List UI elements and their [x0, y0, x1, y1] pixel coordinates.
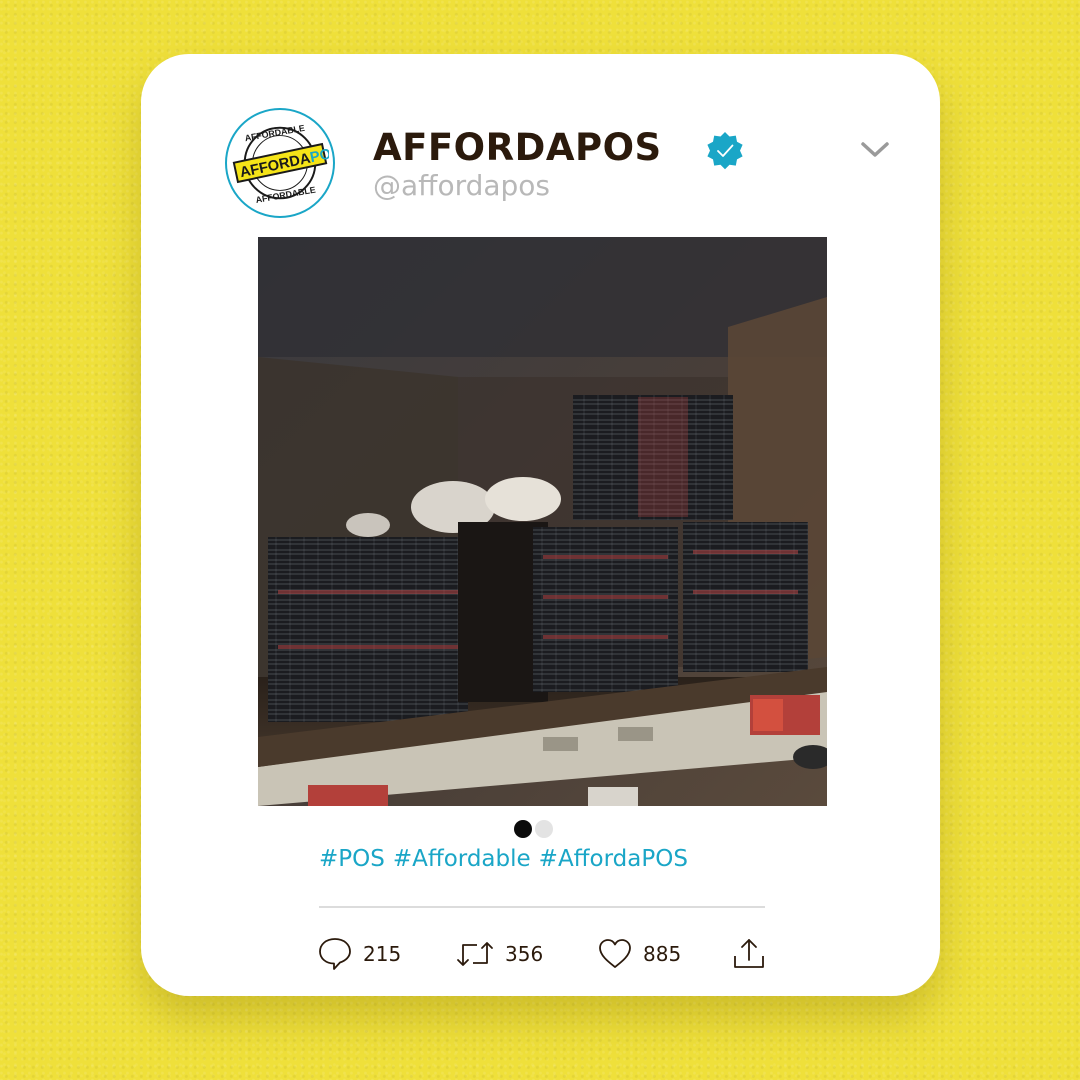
share-icon — [734, 939, 764, 968]
like-button[interactable]: 885 — [597, 934, 681, 974]
hashtag-affordable[interactable]: #Affordable — [393, 846, 531, 872]
divider — [319, 906, 765, 908]
comment-button[interactable]: 215 — [317, 934, 401, 974]
user-handle[interactable]: @affordapos — [373, 169, 550, 202]
comment-count: 215 — [363, 942, 402, 966]
comment-icon — [319, 938, 351, 970]
retweet-count: 356 — [505, 942, 544, 966]
affordapos-logo: AFFORDABLE AFFORDAPOS AFFORDABLE — [232, 123, 329, 205]
like-count: 885 — [643, 942, 682, 966]
delivery-truck-photo — [258, 237, 827, 806]
hashtags: #POS #Affordable #AffordaPOS — [319, 846, 688, 872]
carousel-indicator — [514, 820, 553, 838]
verified-badge-icon — [707, 132, 743, 170]
post-image[interactable] — [258, 237, 827, 806]
display-name[interactable]: AFFORDAPOS — [373, 126, 662, 169]
avatar[interactable]: AFFORDABLE AFFORDAPOS AFFORDABLE — [225, 108, 335, 218]
retweet-icon — [457, 942, 493, 966]
hashtag-pos[interactable]: #POS — [319, 846, 385, 872]
carousel-dot-active[interactable] — [514, 820, 532, 838]
hashtag-affordapos[interactable]: #AffordaPOS — [539, 846, 688, 872]
post-card: AFFORDABLE AFFORDAPOS AFFORDABLE AFFORDA… — [141, 54, 940, 996]
heart-icon — [599, 939, 631, 968]
carousel-dot-inactive[interactable] — [535, 820, 553, 838]
chevron-down-icon[interactable] — [857, 136, 893, 162]
retweet-button[interactable]: 356 — [455, 934, 543, 974]
share-button[interactable] — [731, 934, 767, 974]
